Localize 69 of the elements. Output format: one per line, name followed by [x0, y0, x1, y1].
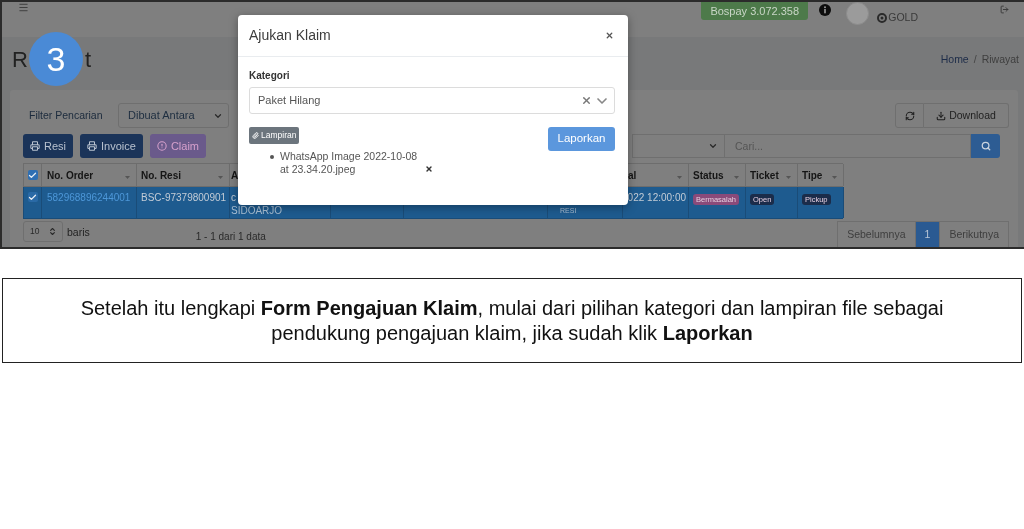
table-cell-text: c [231, 191, 236, 204]
rows-per-page-select[interactable]: 10 [23, 221, 63, 242]
pagination-button[interactable]: 1 [915, 221, 941, 247]
pagination-button[interactable]: Berikutnya [940, 221, 1009, 247]
alert-icon [156, 141, 167, 151]
page-title: t [84, 47, 91, 73]
checkbox[interactable] [27, 192, 38, 202]
rows-per-page-label: baris [67, 225, 90, 240]
order-number-link[interactable]: 582968896244001 [47, 191, 131, 204]
column-header[interactable]: Tipe [802, 167, 823, 183]
download-button[interactable]: Download [924, 103, 1009, 128]
field-label: Kategori [249, 69, 291, 83]
bullet-icon [270, 155, 274, 159]
page-info: 1 - 1 dari 1 data [195, 230, 266, 244]
category-select[interactable]: Paket Hilang [249, 87, 615, 114]
up-down-icon [48, 227, 57, 236]
chevron-down-icon [708, 141, 718, 151]
pagination-button[interactable]: Sebelumnya [837, 221, 916, 247]
download-icon [936, 110, 947, 121]
claim-button[interactable]: Claim [149, 134, 206, 158]
attach-button[interactable]: Lampiran [249, 127, 300, 144]
table-cell-text: 022 12:00:00 [627, 191, 686, 204]
breadcrumb-item[interactable]: Home [940, 52, 969, 68]
sort-icon[interactable] [734, 176, 739, 179]
caption-text: Setelah itu lengkapi Form Pengajuan Klaim, mulai dari pilihan kategori dan lampiran file sebagai pendukung pengajuan klaim, jika sudah klik Laporkan [79, 295, 945, 346]
breadcrumb-separator: / [973, 52, 977, 67]
balance-badge: Bospay 3.072.358 [701, 2, 809, 20]
column-header[interactable]: A [231, 167, 239, 183]
dialog-title: Ajukan Klaim [249, 26, 331, 45]
column-header[interactable]: Status [693, 167, 724, 183]
remove-icon[interactable] [425, 165, 433, 173]
file-name: WhatsApp Image 2022-10-08 at 23.34.20.jpeg [280, 150, 419, 176]
table-cell-subtext: SIDOARJO [231, 204, 284, 217]
check-icon [28, 192, 37, 202]
clear-icon[interactable] [581, 95, 592, 106]
submit-button[interactable]: Laporkan [548, 127, 615, 151]
user-level: GOLD [888, 10, 918, 25]
sort-icon[interactable] [218, 176, 223, 179]
filter-label: Filter Pencarian [29, 107, 104, 123]
column-header[interactable]: No. Resi [141, 167, 181, 183]
sort-icon[interactable] [832, 176, 837, 179]
page-title: R [12, 47, 28, 73]
sort-icon[interactable] [677, 176, 682, 179]
filter-select[interactable]: Dibuat Antara [118, 103, 229, 128]
step-number-badge: 3 [29, 32, 83, 86]
menu-icon[interactable] [18, 2, 29, 13]
refresh-icon [904, 110, 915, 121]
close-icon[interactable] [605, 31, 614, 40]
search-button[interactable] [971, 134, 1000, 158]
logout-icon[interactable] [1000, 5, 1009, 14]
column-header[interactable]: al [628, 167, 637, 183]
table-cell-text: BSC-97379800901 [141, 191, 227, 204]
column-header[interactable]: Ticket [750, 167, 779, 183]
search-icon [980, 141, 991, 151]
info-icon[interactable] [819, 4, 832, 16]
checkbox[interactable] [27, 170, 38, 180]
paperclip-icon [252, 132, 259, 139]
printer-icon [30, 141, 40, 151]
sort-icon[interactable] [125, 176, 130, 179]
refresh-button[interactable] [895, 103, 924, 128]
check-icon [28, 170, 37, 180]
ring-icon [877, 12, 888, 23]
sort-icon[interactable] [786, 176, 791, 179]
printer-icon [87, 141, 97, 151]
print-button[interactable]: Resi [23, 134, 73, 158]
print-button[interactable]: Invoice [80, 134, 143, 158]
avatar-icon[interactable] [846, 2, 870, 25]
column-header[interactable]: No. Order [47, 167, 94, 183]
breadcrumb-item: Riwayat [981, 52, 1019, 67]
